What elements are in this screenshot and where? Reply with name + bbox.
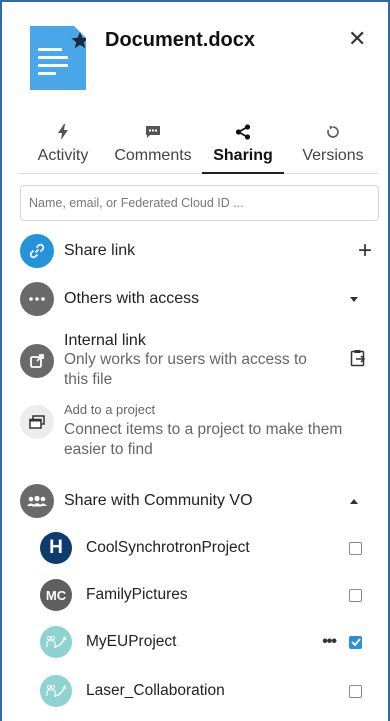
share-icon — [235, 120, 251, 144]
clipboard-copy-icon[interactable] — [350, 349, 366, 367]
avatar — [40, 675, 72, 707]
chevron-down-icon[interactable] — [350, 296, 358, 302]
share-link-row[interactable]: Share link + — [20, 233, 372, 269]
tab-activity[interactable]: Activity — [18, 118, 108, 173]
sidebar-panel: Document.docx ✕ Activity Comments Sharin… — [0, 0, 390, 721]
link-icon — [20, 234, 54, 268]
list-item: MyEUProject ••• — [40, 623, 372, 661]
others-access-row[interactable]: Others with access — [20, 281, 372, 317]
internal-link-description: Only works for users with access to this… — [64, 351, 307, 388]
internal-link-label: Internal link — [64, 332, 146, 349]
close-icon[interactable]: ✕ — [348, 28, 366, 50]
share-search-input[interactable] — [20, 185, 379, 221]
activity-bolt-icon — [57, 120, 69, 144]
list-item: Laser_Collaboration — [40, 672, 372, 710]
avatar: MC — [40, 579, 72, 611]
share-link-label: Share link — [64, 242, 136, 259]
group-checkbox[interactable] — [349, 635, 362, 649]
avatar — [40, 626, 72, 658]
community-row[interactable]: Share with Community VO — [20, 483, 372, 519]
tab-versions[interactable]: Versions — [288, 118, 378, 173]
group-name: Laser_Collaboration — [86, 682, 225, 699]
project-title: Add to a project — [64, 402, 156, 417]
tab-label: Comments — [114, 147, 192, 164]
group-checkbox[interactable] — [349, 588, 362, 602]
group-name: CoolSynchrotronProject — [86, 539, 250, 556]
tab-bar: Activity Comments Sharing Versions — [18, 118, 378, 174]
tab-label: Sharing — [213, 147, 273, 164]
plus-icon[interactable]: + — [358, 239, 372, 263]
file-title: Document.docx — [105, 29, 256, 51]
history-icon — [326, 120, 340, 144]
group-icon — [20, 484, 54, 518]
tab-label: Activity — [37, 147, 89, 164]
list-item: MC FamilyPictures — [40, 576, 372, 614]
project-row[interactable]: Add to a project Connect items to a proj… — [20, 400, 372, 464]
tab-sharing[interactable]: Sharing — [198, 118, 288, 174]
group-name: MyEUProject — [86, 633, 177, 650]
group-checkbox[interactable] — [349, 541, 362, 555]
comment-icon — [145, 120, 161, 144]
internal-link-row: Internal link Only works for users with … — [20, 332, 372, 390]
more-horizontal-icon[interactable]: ••• — [322, 633, 337, 651]
more-horizontal-icon — [20, 282, 54, 316]
external-link-icon — [20, 344, 54, 378]
document-starred-icon — [28, 26, 89, 90]
group-checkbox[interactable] — [349, 684, 362, 698]
list-item: H CoolSynchrotronProject — [40, 529, 372, 567]
avatar: H — [40, 532, 72, 564]
tab-comments[interactable]: Comments — [108, 118, 198, 173]
project-description: Connect items to a project to make them … — [64, 421, 343, 458]
community-label: Share with Community VO — [64, 492, 253, 509]
others-access-label: Others with access — [64, 290, 200, 307]
tab-label: Versions — [302, 147, 364, 164]
chevron-up-icon[interactable] — [350, 498, 358, 504]
projects-icon — [20, 405, 54, 439]
sidebar-header: Document.docx ✕ — [2, 2, 388, 102]
group-name: FamilyPictures — [86, 586, 188, 603]
